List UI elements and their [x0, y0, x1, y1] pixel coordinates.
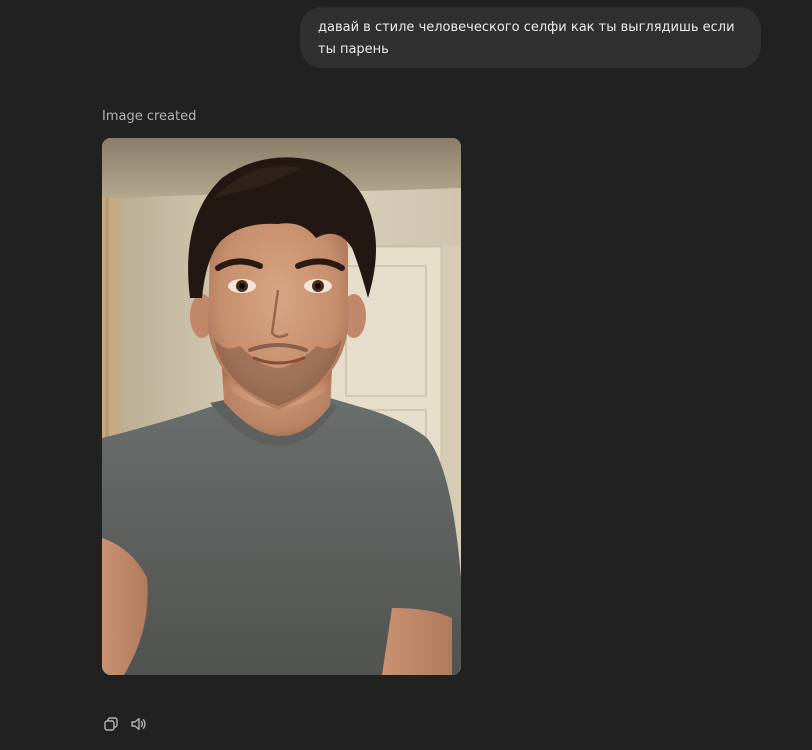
selfie-photo [102, 138, 461, 675]
speaker-icon [131, 717, 146, 731]
message-actions [102, 714, 148, 734]
chat-page: давай в стиле человеческого селфи как ты… [0, 0, 812, 750]
copy-button[interactable] [102, 715, 120, 733]
image-status-label: Image created [102, 109, 197, 124]
user-message-text: давай в стиле человеческого селфи как ты… [318, 20, 735, 57]
generated-image[interactable] [102, 138, 461, 675]
user-message-bubble: давай в стиле человеческого селфи как ты… [300, 7, 761, 68]
read-aloud-button[interactable] [130, 715, 148, 733]
copy-icon [104, 717, 118, 731]
